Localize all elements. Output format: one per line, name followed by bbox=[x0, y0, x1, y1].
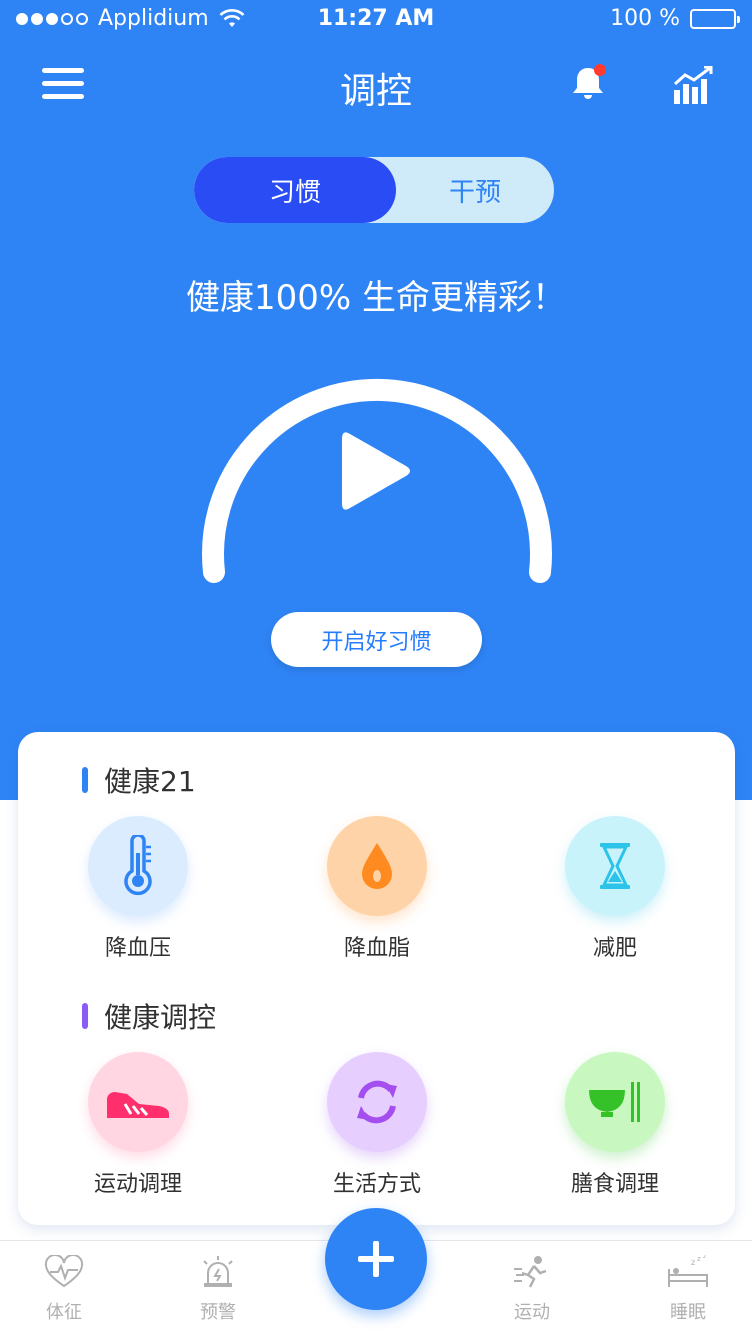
tab-label: 预警 bbox=[200, 1302, 236, 1323]
svg-text:z: z bbox=[697, 1255, 701, 1263]
tab-vital-signs[interactable]: 体征 bbox=[14, 1254, 114, 1324]
tab-intervention[interactable]: 干预 bbox=[396, 157, 554, 223]
slogan-text: 健康100% 生命更精彩！ bbox=[185, 278, 566, 318]
top-nav: 调控 bbox=[0, 50, 752, 120]
thermometer-icon bbox=[124, 835, 152, 896]
svg-text:z: z bbox=[703, 1255, 706, 1260]
bowl-chopsticks-icon bbox=[589, 1082, 640, 1122]
stats-chart-icon[interactable] bbox=[672, 66, 714, 104]
tab-sleep[interactable]: z z z 睡眠 bbox=[638, 1253, 738, 1324]
tab-habit[interactable]: 习惯 bbox=[194, 157, 396, 223]
running-person-icon bbox=[514, 1256, 547, 1288]
section-title-health21: 健康21 bbox=[82, 760, 196, 800]
item-label: 生活方式 bbox=[332, 1172, 421, 1197]
tab-exercise[interactable]: 运动 bbox=[482, 1255, 582, 1324]
battery-icon bbox=[690, 8, 740, 29]
section-label: 健康21 bbox=[104, 765, 196, 798]
drop-icon bbox=[362, 843, 392, 889]
item-lower-blood-lipid[interactable]: 降血脂 bbox=[297, 816, 457, 962]
tab-warning[interactable]: 预警 bbox=[168, 1255, 268, 1324]
bed-sleep-icon: z z z bbox=[668, 1253, 708, 1287]
page-title: 调控 bbox=[339, 71, 412, 112]
item-label: 减肥 bbox=[592, 936, 637, 961]
item-label: 膳食调理 bbox=[570, 1172, 659, 1197]
item-lower-blood-pressure[interactable]: 降血压 bbox=[58, 816, 218, 962]
alarm-light-icon bbox=[203, 1256, 233, 1287]
section-label: 健康调控 bbox=[104, 1001, 217, 1034]
item-diet-regulation[interactable]: 膳食调理 bbox=[535, 1052, 695, 1198]
hourglass-icon bbox=[600, 843, 630, 889]
item-label: 降血脂 bbox=[343, 936, 410, 961]
mode-segmented-control: 干预 习惯 bbox=[194, 157, 554, 223]
health-card: 健康21 降血压 降血脂 减肥 健康调控 运动调理 生活方式 膳食调理 bbox=[18, 732, 735, 1225]
bell-icon[interactable] bbox=[568, 64, 612, 104]
play-icon[interactable] bbox=[336, 424, 416, 518]
item-lifestyle[interactable]: 生活方式 bbox=[297, 1052, 457, 1198]
item-lose-weight[interactable]: 减肥 bbox=[535, 816, 695, 962]
tab-label: 体征 bbox=[46, 1302, 82, 1323]
plus-icon bbox=[358, 1241, 394, 1277]
section-title-health-control: 健康调控 bbox=[82, 996, 216, 1036]
battery: 100 % bbox=[610, 6, 740, 31]
add-button[interactable] bbox=[325, 1208, 427, 1310]
tab-label: 睡眠 bbox=[670, 1302, 706, 1323]
item-label: 降血压 bbox=[104, 936, 171, 961]
item-exercise-regulation[interactable]: 运动调理 bbox=[58, 1052, 218, 1198]
start-habit-button[interactable]: 开启好习惯 bbox=[271, 612, 482, 667]
tab-label: 运动 bbox=[514, 1302, 550, 1323]
refresh-icon bbox=[357, 1080, 397, 1124]
heart-pulse-icon bbox=[44, 1254, 84, 1288]
battery-percent: 100 % bbox=[610, 6, 680, 31]
status-bar: Applidium 11:27 AM 100 % bbox=[0, 0, 752, 40]
svg-text:z: z bbox=[691, 1258, 695, 1267]
sneaker-icon bbox=[107, 1092, 169, 1118]
item-label: 运动调理 bbox=[93, 1172, 182, 1197]
